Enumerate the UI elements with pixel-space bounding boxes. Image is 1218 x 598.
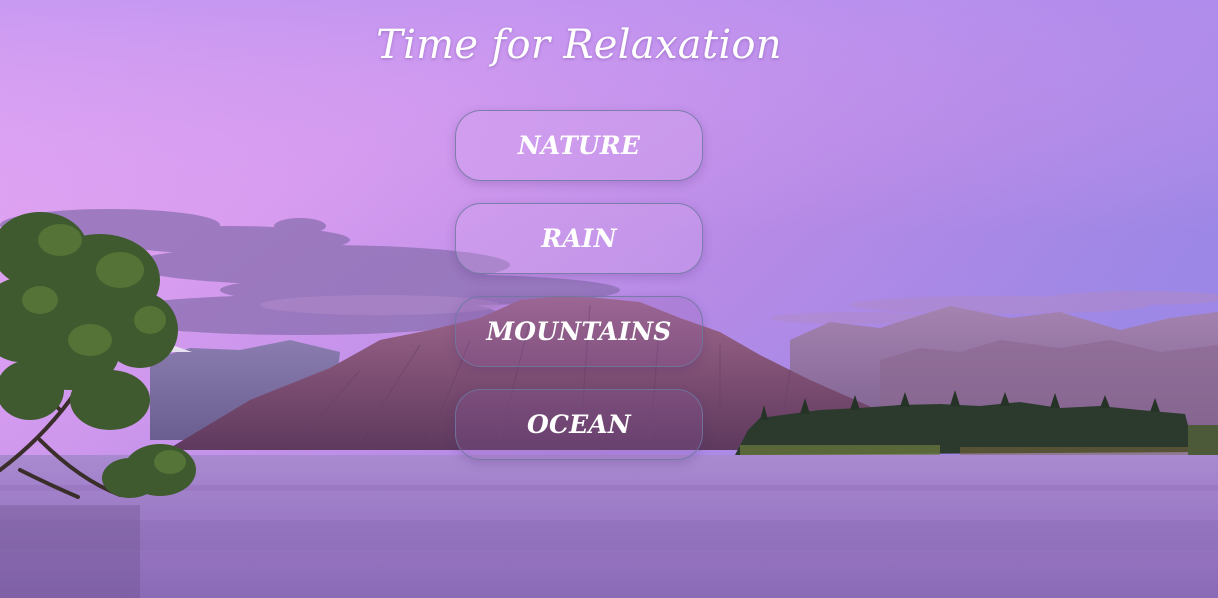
ocean-button[interactable]: OCEAN [455, 389, 703, 460]
page-title: Time for Relaxation [376, 22, 782, 68]
mountains-button[interactable]: MOUNTAINS [455, 296, 703, 367]
rain-button[interactable]: RAIN [455, 203, 703, 274]
nature-button[interactable]: NATURE [455, 110, 703, 181]
category-menu: NATURE RAIN MOUNTAINS OCEAN [455, 110, 703, 482]
